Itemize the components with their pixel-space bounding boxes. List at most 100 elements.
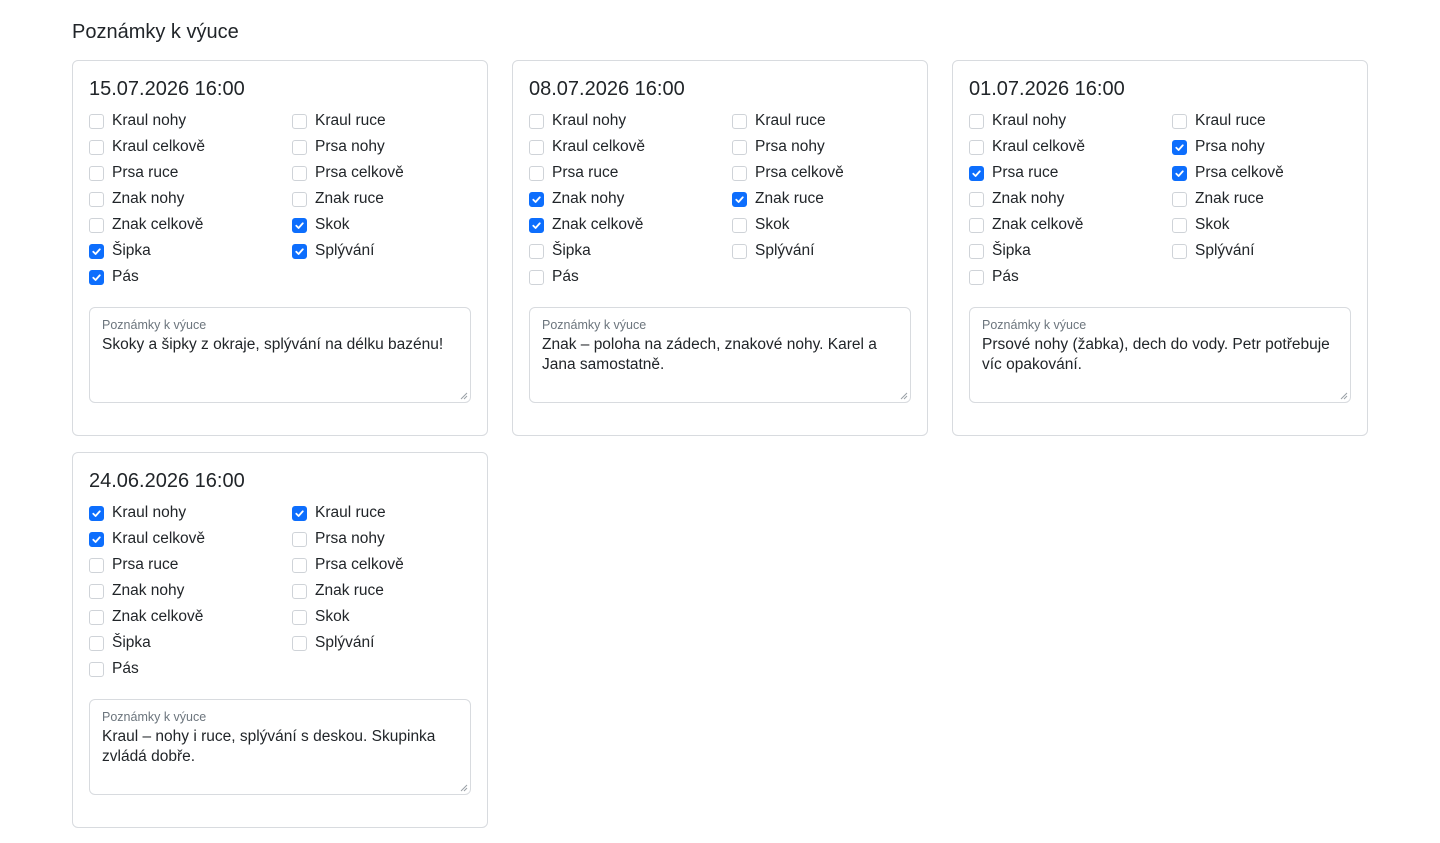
- skill-checkbox-item[interactable]: Znak nohy: [529, 186, 732, 212]
- notes-value[interactable]: Prsové nohy (žabka), dech do vody. Petr …: [982, 335, 1342, 375]
- skill-checkbox-item[interactable]: Splývání: [732, 238, 913, 264]
- skill-checkbox-item[interactable]: Prsa ruce: [969, 160, 1172, 186]
- checkbox-checked[interactable]: [529, 217, 544, 233]
- skill-checkbox-item[interactable]: Kraul celkově: [969, 134, 1172, 160]
- notes-textarea[interactable]: Poznámky k výuce Skoky a šipky z okraje, …: [89, 307, 471, 403]
- skill-checkbox-item[interactable]: Kraul nohy: [969, 108, 1172, 134]
- checkbox-unchecked[interactable]: [89, 557, 104, 573]
- checkbox-unchecked[interactable]: [89, 609, 104, 625]
- skill-checkbox-item[interactable]: Prsa celkově: [292, 552, 473, 578]
- skill-checkbox-item[interactable]: Kraul celkově: [89, 526, 292, 552]
- checkbox-unchecked[interactable]: [292, 191, 307, 207]
- checkbox-unchecked[interactable]: [969, 139, 984, 155]
- skill-checkbox-item[interactable]: Kraul nohy: [529, 108, 732, 134]
- checkbox-checked[interactable]: [292, 217, 307, 233]
- checkbox-checked[interactable]: [1172, 165, 1187, 181]
- checkbox-unchecked[interactable]: [969, 191, 984, 207]
- checkbox-unchecked[interactable]: [969, 113, 984, 129]
- skill-checkbox-item[interactable]: Znak nohy: [89, 578, 292, 604]
- checkbox-unchecked[interactable]: [969, 217, 984, 233]
- checkbox-checked[interactable]: [89, 269, 104, 285]
- checkbox-unchecked[interactable]: [732, 217, 747, 233]
- skill-checkbox-item[interactable]: Skok: [292, 212, 473, 238]
- checkbox-unchecked[interactable]: [292, 635, 307, 651]
- skill-checkbox-item[interactable]: Pás: [89, 656, 292, 682]
- skill-checkbox-item[interactable]: Znak ruce: [732, 186, 913, 212]
- checkbox-unchecked[interactable]: [292, 609, 307, 625]
- skill-checkbox-item[interactable]: Znak nohy: [89, 186, 292, 212]
- skill-checkbox-item[interactable]: Prsa celkově: [1172, 160, 1353, 186]
- checkbox-checked[interactable]: [732, 191, 747, 207]
- checkbox-checked[interactable]: [969, 165, 984, 181]
- checkbox-unchecked[interactable]: [89, 113, 104, 129]
- checkbox-unchecked[interactable]: [529, 139, 544, 155]
- checkbox-unchecked[interactable]: [529, 165, 544, 181]
- checkbox-unchecked[interactable]: [529, 113, 544, 129]
- resize-grip-icon[interactable]: [460, 784, 468, 792]
- checkbox-unchecked[interactable]: [292, 557, 307, 573]
- checkbox-checked[interactable]: [1172, 139, 1187, 155]
- skill-checkbox-item[interactable]: Splývání: [292, 630, 473, 656]
- checkbox-unchecked[interactable]: [89, 139, 104, 155]
- checkbox-unchecked[interactable]: [89, 661, 104, 677]
- resize-grip-icon[interactable]: [900, 392, 908, 400]
- skill-checkbox-item[interactable]: Šipka: [969, 238, 1172, 264]
- checkbox-checked[interactable]: [89, 531, 104, 547]
- skill-checkbox-item[interactable]: Šipka: [89, 630, 292, 656]
- skill-checkbox-item[interactable]: Znak ruce: [1172, 186, 1353, 212]
- notes-textarea[interactable]: Poznámky k výuce Kraul – nohy i ruce, spl…: [89, 699, 471, 795]
- skill-checkbox-item[interactable]: Skok: [292, 604, 473, 630]
- skill-checkbox-item[interactable]: Prsa ruce: [89, 160, 292, 186]
- checkbox-unchecked[interactable]: [292, 139, 307, 155]
- checkbox-unchecked[interactable]: [89, 635, 104, 651]
- checkbox-unchecked[interactable]: [529, 243, 544, 259]
- skill-checkbox-item[interactable]: Znak ruce: [292, 186, 473, 212]
- skill-checkbox-item[interactable]: Skok: [732, 212, 913, 238]
- skill-checkbox-item[interactable]: Kraul celkově: [89, 134, 292, 160]
- checkbox-unchecked[interactable]: [732, 139, 747, 155]
- checkbox-unchecked[interactable]: [1172, 243, 1187, 259]
- checkbox-unchecked[interactable]: [969, 243, 984, 259]
- resize-grip-icon[interactable]: [1340, 392, 1348, 400]
- skill-checkbox-item[interactable]: Pás: [529, 264, 732, 290]
- checkbox-checked[interactable]: [89, 243, 104, 259]
- notes-value[interactable]: Kraul – nohy i ruce, splývání s deskou. …: [102, 727, 462, 767]
- checkbox-unchecked[interactable]: [1172, 217, 1187, 233]
- skill-checkbox-item[interactable]: Kraul ruce: [292, 108, 473, 134]
- skill-checkbox-item[interactable]: Prsa nohy: [732, 134, 913, 160]
- skill-checkbox-item[interactable]: Splývání: [292, 238, 473, 264]
- checkbox-checked[interactable]: [89, 505, 104, 521]
- resize-grip-icon[interactable]: [460, 392, 468, 400]
- checkbox-unchecked[interactable]: [292, 583, 307, 599]
- checkbox-unchecked[interactable]: [292, 165, 307, 181]
- skill-checkbox-item[interactable]: Kraul ruce: [1172, 108, 1353, 134]
- checkbox-unchecked[interactable]: [732, 165, 747, 181]
- checkbox-unchecked[interactable]: [732, 243, 747, 259]
- skill-checkbox-item[interactable]: Skok: [1172, 212, 1353, 238]
- checkbox-unchecked[interactable]: [89, 217, 104, 233]
- checkbox-unchecked[interactable]: [1172, 191, 1187, 207]
- checkbox-unchecked[interactable]: [292, 531, 307, 547]
- checkbox-unchecked[interactable]: [732, 113, 747, 129]
- checkbox-unchecked[interactable]: [89, 165, 104, 181]
- skill-checkbox-item[interactable]: Znak celkově: [969, 212, 1172, 238]
- skill-checkbox-item[interactable]: Prsa nohy: [292, 526, 473, 552]
- checkbox-unchecked[interactable]: [529, 269, 544, 285]
- skill-checkbox-item[interactable]: Znak nohy: [969, 186, 1172, 212]
- skill-checkbox-item[interactable]: Pás: [89, 264, 292, 290]
- notes-value[interactable]: Znak – poloha na zádech, znakové nohy. K…: [542, 335, 902, 375]
- skill-checkbox-item[interactable]: Kraul ruce: [732, 108, 913, 134]
- notes-textarea[interactable]: Poznámky k výuce Prsové nohy (žabka), dec…: [969, 307, 1351, 403]
- skill-checkbox-item[interactable]: Splývání: [1172, 238, 1353, 264]
- checkbox-unchecked[interactable]: [969, 269, 984, 285]
- checkbox-unchecked[interactable]: [89, 583, 104, 599]
- skill-checkbox-item[interactable]: Prsa ruce: [529, 160, 732, 186]
- skill-checkbox-item[interactable]: Prsa nohy: [1172, 134, 1353, 160]
- skill-checkbox-item[interactable]: Šipka: [89, 238, 292, 264]
- skill-checkbox-item[interactable]: Kraul nohy: [89, 500, 292, 526]
- checkbox-checked[interactable]: [292, 505, 307, 521]
- checkbox-checked[interactable]: [529, 191, 544, 207]
- skill-checkbox-item[interactable]: Kraul celkově: [529, 134, 732, 160]
- checkbox-unchecked[interactable]: [292, 113, 307, 129]
- skill-checkbox-item[interactable]: Znak celkově: [89, 604, 292, 630]
